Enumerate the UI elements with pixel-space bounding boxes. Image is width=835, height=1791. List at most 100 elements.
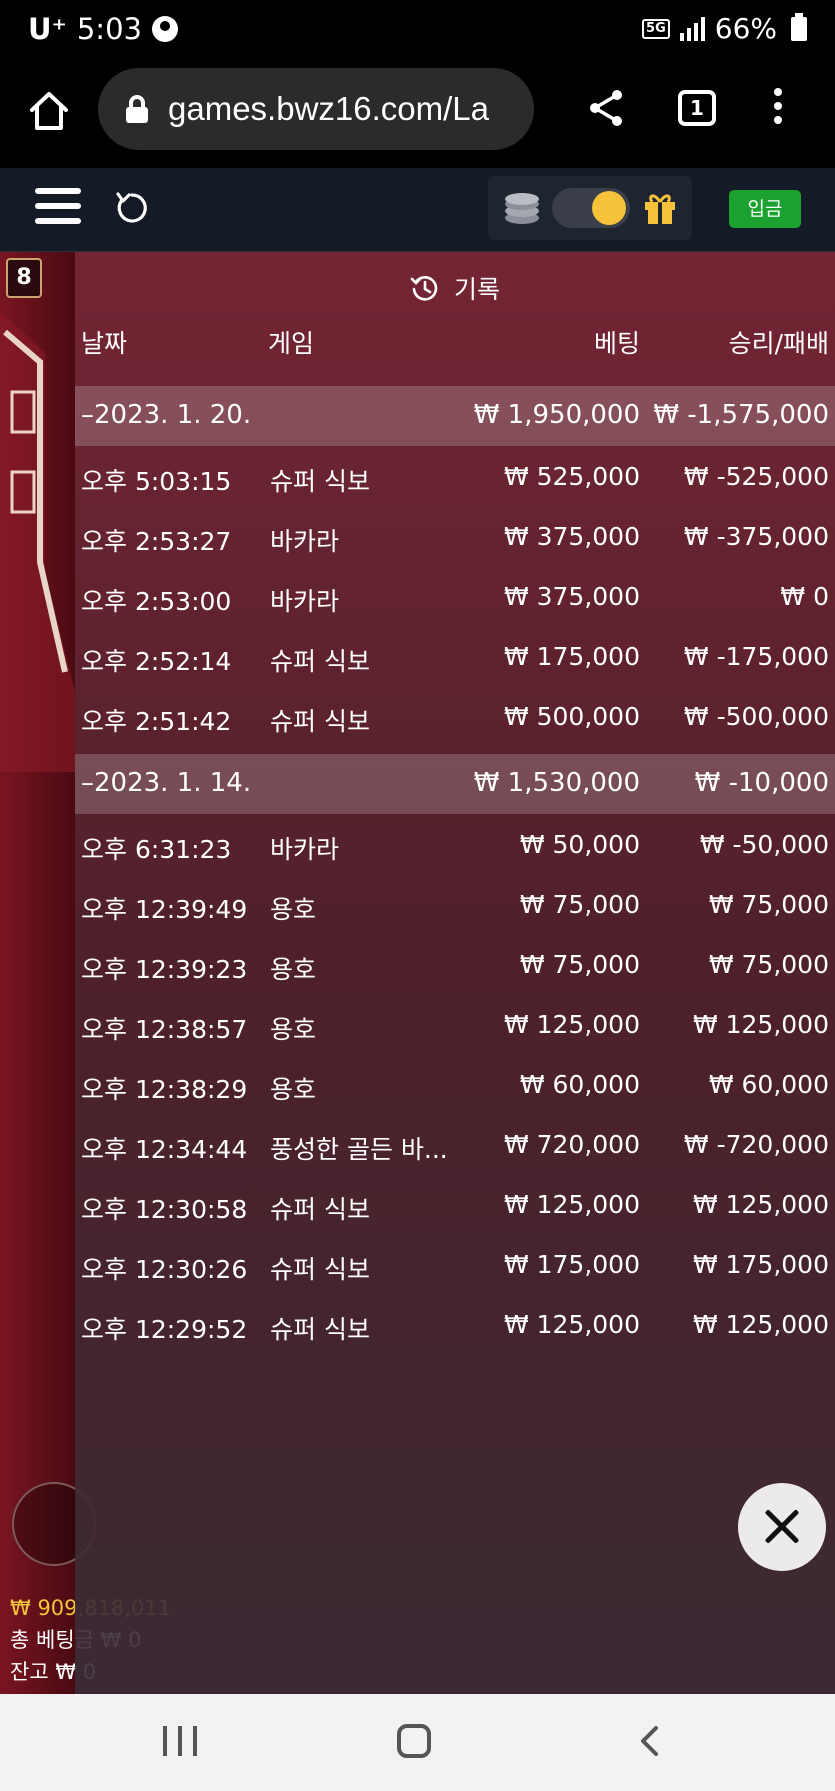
row-time: 오후 12:39:49 bbox=[81, 895, 248, 924]
url-text: games.bwz16.com/La bbox=[168, 90, 489, 127]
row-result: ₩ 0 bbox=[780, 582, 829, 611]
home-nav-icon[interactable] bbox=[397, 1724, 431, 1758]
history-row[interactable]: 오후 12:30:26 슈퍼 식보 ₩ 175,000 ₩ 175,000 bbox=[75, 1236, 835, 1296]
row-bet: ₩ 720,000 bbox=[503, 1130, 640, 1159]
history-row[interactable]: 오후 6:31:23 바카라 ₩ 50,000 ₩ -50,000 bbox=[75, 816, 835, 876]
row-time: 오후 12:39:23 bbox=[81, 955, 248, 984]
network-badge: 5G bbox=[642, 18, 670, 39]
row-bet: ₩ 50,000 bbox=[519, 830, 640, 859]
row-bet: ₩ 75,000 bbox=[519, 950, 640, 979]
history-column-headers: 날짜 게임 베팅 승리/패배 bbox=[75, 316, 835, 362]
battery-icon bbox=[791, 12, 807, 41]
history-row[interactable]: 오후 2:53:00 바카라 ₩ 375,000 ₩ 0 bbox=[75, 568, 835, 628]
back-icon[interactable] bbox=[634, 1724, 668, 1758]
app-header: 입금 bbox=[0, 168, 835, 252]
row-bet: ₩ 125,000 bbox=[503, 1010, 640, 1039]
date-group-header[interactable]: –2023. 1. 20. ₩ 1,950,000 ₩ -1,575,000 bbox=[75, 386, 835, 446]
row-result: ₩ 75,000 bbox=[708, 890, 829, 919]
row-game: 용호 bbox=[270, 1075, 317, 1104]
group-result-total: ₩ -10,000 bbox=[694, 768, 829, 798]
deposit-button[interactable]: 입금 bbox=[729, 190, 801, 228]
row-bet: ₩ 125,000 bbox=[503, 1190, 640, 1219]
history-row[interactable]: 오후 2:53:27 바카라 ₩ 375,000 ₩ -375,000 bbox=[75, 508, 835, 568]
row-result: ₩ 175,000 bbox=[692, 1250, 829, 1279]
header-date: 날짜 bbox=[81, 329, 128, 358]
row-time: 오후 12:29:52 bbox=[81, 1315, 248, 1344]
group-date: –2023. 1. 20. bbox=[81, 400, 252, 430]
row-bet: ₩ 175,000 bbox=[503, 642, 640, 671]
group-result-total: ₩ -1,575,000 bbox=[653, 400, 829, 430]
row-result: ₩ 125,000 bbox=[692, 1310, 829, 1339]
battery-percent: 66% bbox=[714, 12, 777, 45]
history-row[interactable]: 오후 12:39:23 용호 ₩ 75,000 ₩ 75,000 bbox=[75, 936, 835, 996]
history-row[interactable]: 오후 2:52:14 슈퍼 식보 ₩ 175,000 ₩ -175,000 bbox=[75, 628, 835, 688]
hamburger-menu-icon[interactable] bbox=[35, 188, 81, 228]
row-time: 오후 12:38:29 bbox=[81, 1075, 248, 1104]
row-time: 오후 12:38:57 bbox=[81, 1015, 248, 1044]
row-game: 슈퍼 식보 bbox=[270, 707, 370, 736]
row-result: ₩ -500,000 bbox=[683, 702, 829, 731]
row-time: 오후 5:03:15 bbox=[81, 467, 232, 496]
row-time: 오후 2:53:00 bbox=[81, 587, 232, 616]
row-game: 바카라 bbox=[270, 835, 340, 864]
history-row[interactable]: 오후 12:38:57 용호 ₩ 125,000 ₩ 125,000 bbox=[75, 996, 835, 1056]
lattice-ornament bbox=[0, 312, 75, 772]
row-game: 풍성한 골든 바... bbox=[270, 1135, 448, 1164]
tab-switcher-button[interactable]: 1 bbox=[678, 90, 716, 126]
history-row[interactable]: 오후 12:34:44 풍성한 골든 바... ₩ 720,000 ₩ -720… bbox=[75, 1116, 835, 1176]
row-time: 오후 12:34:44 bbox=[81, 1135, 248, 1164]
row-game: 바카라 bbox=[270, 587, 340, 616]
row-result: ₩ -375,000 bbox=[683, 522, 829, 551]
row-result: ₩ 75,000 bbox=[708, 950, 829, 979]
history-panel: 기록 날짜 게임 베팅 승리/패배 –2023. 1. 20. ₩ 1,950,… bbox=[75, 252, 835, 1694]
row-bet: ₩ 375,000 bbox=[503, 522, 640, 551]
row-result: ₩ 60,000 bbox=[708, 1070, 829, 1099]
recent-apps-icon[interactable] bbox=[163, 1726, 197, 1756]
row-time: 오후 2:51:42 bbox=[81, 707, 232, 736]
browser-toolbar: games.bwz16.com/La 1 bbox=[0, 62, 835, 168]
row-game: 슈퍼 식보 bbox=[270, 647, 370, 676]
row-bet: ₩ 525,000 bbox=[503, 462, 640, 491]
row-result: ₩ 125,000 bbox=[692, 1190, 829, 1219]
row-game: 용호 bbox=[270, 1015, 317, 1044]
system-nav-bar bbox=[0, 1694, 835, 1791]
group-bet-total: ₩ 1,950,000 bbox=[473, 400, 640, 430]
status-bar: U⁺ 5:03 5G 66% bbox=[0, 0, 835, 62]
carrier-label: U⁺ bbox=[28, 12, 67, 46]
header-result: 승리/패배 bbox=[728, 329, 829, 358]
history-row[interactable]: 오후 12:39:49 용호 ₩ 75,000 ₩ 75,000 bbox=[75, 876, 835, 936]
history-title-text: 기록 bbox=[453, 275, 500, 304]
home-icon[interactable] bbox=[28, 90, 70, 132]
mode-toggle[interactable] bbox=[552, 188, 630, 228]
signal-icon bbox=[679, 16, 705, 41]
status-left: U⁺ 5:03 bbox=[28, 12, 178, 46]
row-result: ₩ 125,000 bbox=[692, 1010, 829, 1039]
gift-icon[interactable] bbox=[642, 190, 678, 226]
reload-icon[interactable] bbox=[114, 190, 150, 226]
history-list: –2023. 1. 20. ₩ 1,950,000 ₩ -1,575,000 오… bbox=[75, 386, 835, 1356]
history-row[interactable]: 오후 12:29:52 슈퍼 식보 ₩ 125,000 ₩ 125,000 bbox=[75, 1296, 835, 1356]
history-row[interactable]: 오후 2:51:42 슈퍼 식보 ₩ 500,000 ₩ -500,000 bbox=[75, 688, 835, 748]
coins-icon bbox=[505, 193, 539, 224]
history-title: 기록 bbox=[75, 270, 835, 306]
share-icon[interactable] bbox=[586, 88, 626, 128]
row-game: 슈퍼 식보 bbox=[270, 1315, 370, 1344]
row-time: 오후 12:30:58 bbox=[81, 1195, 248, 1224]
row-time: 오후 12:30:26 bbox=[81, 1255, 248, 1284]
row-game: 용호 bbox=[270, 895, 317, 924]
history-icon bbox=[410, 276, 438, 301]
close-button[interactable] bbox=[738, 1483, 826, 1571]
group-bet-total: ₩ 1,530,000 bbox=[473, 768, 640, 798]
row-result: ₩ -175,000 bbox=[683, 642, 829, 671]
address-bar[interactable]: games.bwz16.com/La bbox=[98, 68, 534, 150]
history-row[interactable]: 오후 5:03:15 슈퍼 식보 ₩ 525,000 ₩ -525,000 bbox=[75, 448, 835, 508]
row-bet: ₩ 125,000 bbox=[503, 1310, 640, 1339]
more-options-icon[interactable] bbox=[770, 88, 786, 128]
row-time: 오후 6:31:23 bbox=[81, 835, 232, 864]
group-date: –2023. 1. 14. bbox=[81, 768, 252, 798]
row-time: 오후 2:53:27 bbox=[81, 527, 232, 556]
row-time: 오후 2:52:14 bbox=[81, 647, 232, 676]
date-group-header[interactable]: –2023. 1. 14. ₩ 1,530,000 ₩ -10,000 bbox=[75, 754, 835, 814]
history-row[interactable]: 오후 12:30:58 슈퍼 식보 ₩ 125,000 ₩ 125,000 bbox=[75, 1176, 835, 1236]
history-row[interactable]: 오후 12:38:29 용호 ₩ 60,000 ₩ 60,000 bbox=[75, 1056, 835, 1116]
